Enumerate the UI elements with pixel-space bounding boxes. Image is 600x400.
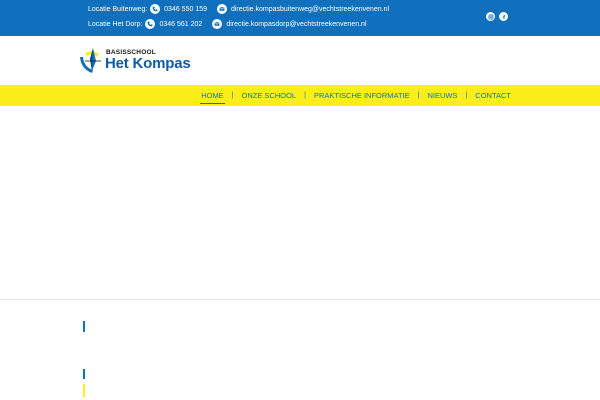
mail-icon [216,4,227,14]
site-header: BASISSCHOOL Het Kompas [0,36,600,85]
phone-icon [145,19,156,29]
phone-link[interactable]: 0346 561 202 [159,21,202,28]
nav-separator: | [304,92,306,99]
instagram-icon[interactable] [486,12,495,21]
email-link[interactable]: directie.kompasbuitenweg@vechtstreekenve… [231,6,389,13]
hero-area [0,106,600,300]
section-accent-bar [83,384,85,397]
section-accent-bar [83,321,85,332]
nav-item-praktische-informatie[interactable]: PRAKTISCHE INFORMATIE [313,91,411,100]
nav-item-nieuws[interactable]: NIEUWS [426,91,458,100]
mail-icon [212,19,223,29]
compass-logo-icon [80,48,101,73]
nav-menu: HOME | ONZE SCHOOL | PRAKTISCHE INFORMAT… [200,85,512,106]
nav-item-home[interactable]: HOME [200,91,225,104]
top-contact-bar: Locatie Buitenweg: 0346 550 159 directie… [0,0,600,36]
logo-title: Het Kompas [105,55,191,72]
nav-separator: | [417,92,420,99]
location-label: Locatie Buitenweg: [88,5,148,13]
contact-line-buitenweg: Locatie Buitenweg: 0346 550 159 directie… [88,3,389,15]
email-link[interactable]: directie.kompasdorp@vechtstreekenvenen.n… [226,21,366,28]
phone-link[interactable]: 0346 550 159 [164,6,207,13]
nav-separator: | [465,92,468,99]
nav-item-contact[interactable]: CONTACT [474,91,512,100]
nav-item-onze-school[interactable]: ONZE SCHOOL [241,91,298,100]
location-label: Locatie Het Dorp: [88,20,143,28]
contact-line-dorp: Locatie Het Dorp: 0346 561 202 directie.… [88,18,367,30]
school-logo[interactable]: BASISSCHOOL Het Kompas [79,45,194,75]
phone-icon [150,4,161,14]
nav-separator: | [231,92,234,99]
main-navigation: HOME | ONZE SCHOOL | PRAKTISCHE INFORMAT… [0,85,600,106]
section-accent-bar [83,369,85,379]
facebook-icon[interactable] [499,12,508,21]
